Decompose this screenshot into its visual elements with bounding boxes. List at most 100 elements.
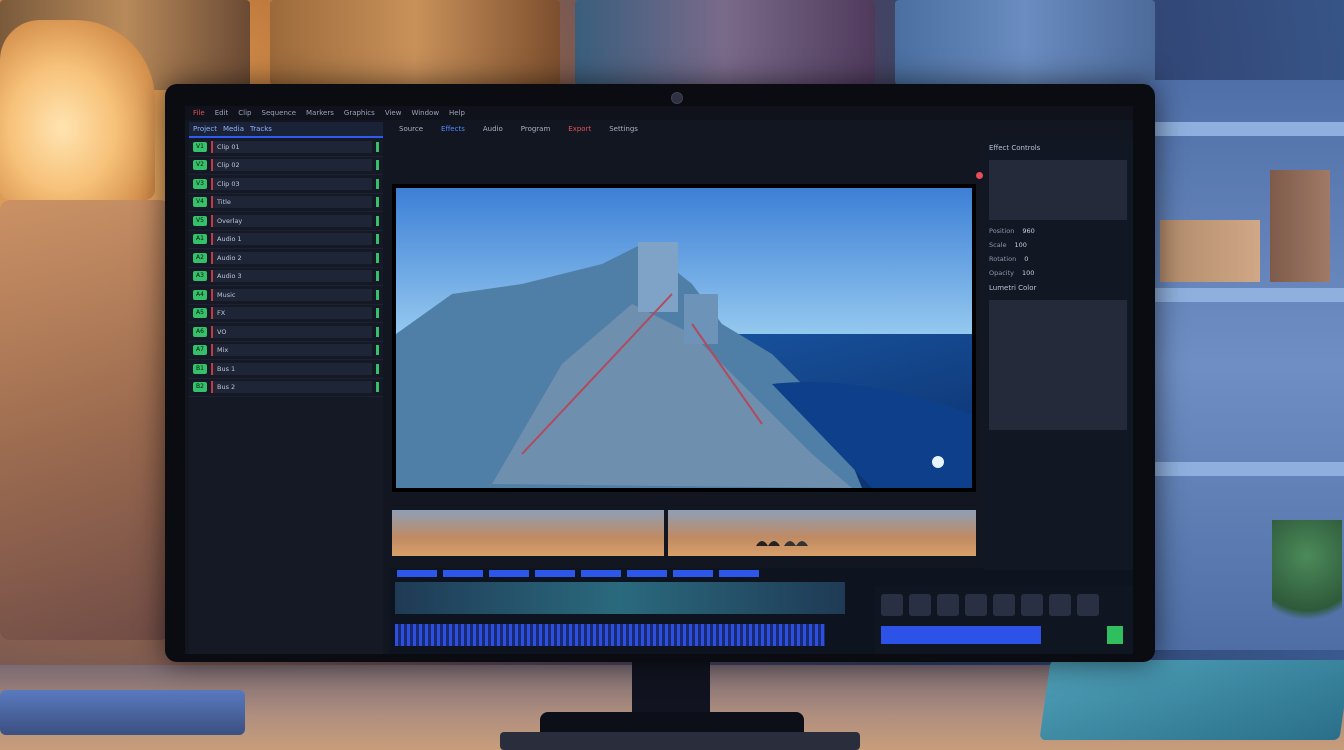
effect-audio-bar[interactable] [881,626,1041,644]
tab-media[interactable]: Media [223,125,244,133]
shelf-1 [1155,122,1344,136]
light-flare [932,456,944,468]
tab-tracks[interactable]: Tracks [250,125,272,133]
timeline-audio-track[interactable] [395,624,825,646]
toolbar-source[interactable]: Source [399,125,423,133]
inspector-panel: Effect Controls Position 960 Scale 100 R… [983,140,1133,570]
track-label: Music [217,290,236,299]
track-row[interactable]: A4 Music [189,286,383,305]
track-row[interactable]: V5 Overlay [189,212,383,231]
effect-slot-4[interactable] [965,594,987,616]
track-clip[interactable]: FX [211,307,372,320]
track-clip[interactable]: Overlay [211,214,372,227]
source-thumbnail-2[interactable] [668,510,976,556]
toolbar: Source Effects Audio Program Export Sett… [389,122,1133,136]
track-row[interactable]: V3 Clip 03 [189,175,383,194]
menu-file[interactable]: File [193,109,205,117]
effect-slot-6[interactable] [1021,594,1043,616]
effect-slot-3[interactable] [937,594,959,616]
toolbar-settings[interactable]: Settings [609,125,638,133]
menu-view[interactable]: View [385,109,402,117]
track-clip[interactable]: Clip 03 [211,177,372,190]
track-label: Overlay [217,216,243,225]
birds-graphic [756,541,808,546]
editor-screen: File Edit Clip Sequence Markers Graphics… [185,106,1133,654]
monitor-stand [632,660,710,720]
webcam-icon [671,92,683,104]
menu-edit[interactable]: Edit [215,109,229,117]
books-2 [1270,170,1330,282]
effect-slot-8[interactable] [1077,594,1099,616]
effect-slot-5[interactable] [993,594,1015,616]
track-clip[interactable]: Audio 1 [211,233,372,246]
inspector-value[interactable]: 100 [1015,241,1027,249]
toolbar-audio[interactable]: Audio [483,125,503,133]
track-clip[interactable]: Clip 02 [211,159,372,172]
track-row[interactable]: A1 Audio 1 [189,231,383,249]
track-marker [376,326,379,337]
timeline-chip-1 [397,569,437,577]
effect-slot-2[interactable] [909,594,931,616]
viewer-frame [396,188,972,488]
track-marker [376,363,379,374]
books [1160,220,1260,282]
menu-help[interactable]: Help [449,109,465,117]
track-marker [376,234,379,245]
track-clip[interactable]: Bus 1 [211,362,372,375]
track-marker [376,197,379,208]
menu-clip[interactable]: Clip [238,109,251,117]
magazine [1039,660,1344,740]
track-marker [376,345,379,356]
track-label: Bus 1 [217,364,236,373]
inspector-row-opacity[interactable]: Opacity 100 [983,266,1133,280]
track-row[interactable]: V4 Title [189,194,383,212]
menu-sequence[interactable]: Sequence [262,109,297,117]
menu-window[interactable]: Window [411,109,439,117]
program-monitor[interactable] [392,184,976,492]
effect-slot-1[interactable] [881,594,903,616]
effects-strip [875,586,1133,654]
toolbar-program[interactable]: Program [521,125,551,133]
track-row[interactable]: A7 Mix [189,342,383,360]
inspector-value[interactable]: 960 [1022,227,1034,235]
menu-graphics[interactable]: Graphics [344,109,375,117]
track-clip[interactable]: Title [211,196,372,209]
inspector-row-position[interactable]: Position 960 [983,224,1133,238]
effect-slot-7[interactable] [1049,594,1071,616]
track-clip[interactable]: Clip 01 [211,140,372,153]
lamp [0,20,155,200]
inspector-row-rotation[interactable]: Rotation 0 [983,252,1133,266]
effect-active-toggle[interactable] [1107,626,1123,644]
track-row[interactable]: A5 FX [189,305,383,323]
timeline-video-track[interactable] [395,582,845,614]
toolbar-effects[interactable]: Effects [441,125,465,133]
track-clip[interactable]: Bus 2 [211,381,372,394]
track-row[interactable]: A3 Audio 3 [189,268,383,286]
color-controls[interactable] [989,300,1127,430]
bird-2 [784,541,808,546]
tab-project[interactable]: Project [193,125,217,133]
track-label: Mix [217,346,229,355]
track-row[interactable]: A6 VO [189,323,383,342]
track-label: Audio 3 [217,272,242,281]
toolbar-export[interactable]: Export [568,125,591,133]
track-marker [376,271,379,282]
inspector-row-scale[interactable]: Scale 100 [983,238,1133,252]
inspector-value[interactable]: 100 [1022,269,1034,277]
track-clip[interactable]: Audio 2 [211,251,372,264]
track-row[interactable]: V2 Clip 02 [189,157,383,175]
track-clip[interactable]: VO [211,325,372,338]
track-row[interactable]: B2 Bus 2 [189,379,383,397]
keyboard [500,732,860,750]
track-row[interactable]: V1 Clip 01 [189,138,383,157]
track-row[interactable]: B1 Bus 1 [189,360,383,379]
track-label: Clip 01 [217,142,240,151]
menu-markers[interactable]: Markers [306,109,334,117]
source-thumbnail-1[interactable] [392,510,664,556]
track-row[interactable]: A2 Audio 2 [189,249,383,268]
inspector-preview [989,160,1127,220]
track-clip[interactable]: Music [211,288,372,301]
inspector-value[interactable]: 0 [1024,255,1028,263]
track-clip[interactable]: Mix [211,344,372,357]
track-clip[interactable]: Audio 3 [211,270,372,283]
